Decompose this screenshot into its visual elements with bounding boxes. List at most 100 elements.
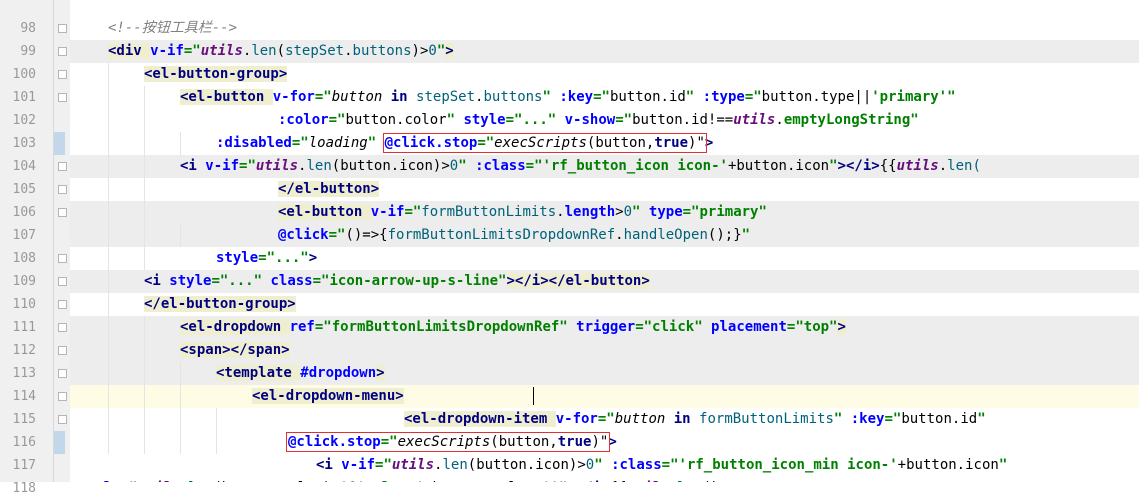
code-line[interactable]: </el-button>: [70, 178, 1139, 201]
fold-toggle-icon[interactable]: [58, 162, 67, 171]
change-marker: [53, 132, 65, 155]
code-token: (button,: [586, 135, 655, 151]
line-number: 105: [12, 182, 36, 197]
code-token: execScripts: [397, 434, 491, 450]
fold-toggle-icon[interactable]: [58, 392, 67, 401]
line-number: 112: [12, 343, 36, 358]
fold-toggle-icon[interactable]: [58, 24, 67, 33]
code-token: ": [685, 89, 703, 105]
code-token: ="...": [258, 250, 309, 266]
code-token: len: [442, 457, 468, 473]
code-token: ="icon-arrow-up-s-line": [312, 273, 507, 289]
code-token: ": [998, 457, 1008, 473]
indent-guide: [108, 316, 109, 339]
code-text: :style="utils.len(button.color)>0?'color…: [70, 477, 778, 482]
code-token: ="formButtonLimitsDropdownRef": [314, 319, 577, 335]
indent-guide: [108, 408, 109, 431]
indent-guide: [108, 109, 109, 132]
line-number: 111: [12, 320, 36, 335]
code-line[interactable]: <span></span>: [70, 339, 1139, 362]
fold-toggle-icon[interactable]: [58, 70, 67, 79]
code-line[interactable]: <i v-if="utils.len(button.icon)>0" :clas…: [70, 155, 1139, 178]
code-line[interactable]: @click.stop="execScripts(button,true)">: [70, 431, 1139, 454]
line-number: 98: [20, 21, 36, 36]
indent-guide: [144, 224, 145, 247]
fold-toggle-icon[interactable]: [58, 47, 67, 56]
code-line[interactable]: <el-dropdown-menu>: [70, 385, 1139, 408]
code-text: </el-button-group>: [144, 293, 296, 316]
fold-toggle-icon[interactable]: [58, 93, 67, 102]
code-line[interactable]: <el-dropdown ref="formButtonLimitsDropdo…: [70, 316, 1139, 339]
code-token: >: [837, 319, 846, 335]
code-token: @click.stop: [288, 434, 381, 450]
code-line[interactable]: :color="button.color" style="..." v-show…: [70, 109, 1139, 132]
indent-guide: [144, 201, 145, 224]
code-text: :disabled="loading" @click.stop="execScr…: [216, 132, 713, 155]
code-line[interactable]: <el-dropdown-item v-for="button in formB…: [70, 408, 1139, 431]
code-token: ></i>: [837, 158, 880, 174]
fold-toggle-icon[interactable]: [58, 323, 67, 332]
code-line[interactable]: <i v-if="utils.len(button.icon)>0" :clas…: [70, 454, 1139, 477]
code-token: ": [910, 112, 919, 128]
code-token: :class: [475, 158, 526, 174]
code-token: ="click": [635, 319, 712, 335]
code-token: v-if: [150, 43, 184, 59]
fold-toggle-icon[interactable]: [58, 254, 67, 263]
code-token: >: [608, 434, 617, 450]
indent-guide: [144, 408, 145, 431]
code-token: =": [183, 43, 201, 59]
code-token: @click: [278, 227, 329, 243]
code-token: .: [344, 43, 353, 59]
code-token: ": [632, 204, 649, 220]
code-token: 0: [623, 204, 633, 220]
code-token: ="'rf_button_icon icon-': [525, 158, 728, 174]
fold-toggle-icon[interactable]: [58, 277, 67, 286]
code-token: utils: [200, 43, 243, 59]
code-token: formButtonLimitsDropdownRef: [387, 227, 616, 243]
code-token: <el-button: [180, 89, 273, 105]
code-text: <el-button v-for="button in stepSet.butt…: [180, 86, 956, 109]
fold-toggle-icon[interactable]: [58, 415, 67, 424]
indent-guide: [108, 339, 109, 362]
line-number: 107: [12, 228, 36, 243]
code-line[interactable]: style="...">: [70, 247, 1139, 270]
code-token: <template: [216, 365, 301, 381]
code-token: true: [557, 434, 592, 450]
code-text: <span></span>: [180, 339, 290, 362]
code-token: </el-button>: [278, 181, 380, 197]
indent-guide: [216, 431, 217, 454]
code-token: v-if: [370, 204, 405, 220]
line-number: 103: [12, 136, 36, 151]
code-token: <el-dropdown-menu>: [252, 388, 404, 404]
code-line[interactable]: <el-button v-if="formButtonLimits.length…: [70, 201, 1139, 224]
fold-toggle-icon[interactable]: [58, 208, 67, 217]
code-line[interactable]: :style="utils.len(button.color)>0?'color…: [70, 477, 1139, 482]
code-token: .: [615, 227, 624, 243]
code-token: >: [704, 135, 714, 151]
code-line[interactable]: </el-button-group>: [70, 293, 1139, 316]
code-token: button.color: [345, 112, 447, 128]
code-line[interactable]: <el-button v-for="button in stepSet.butt…: [70, 86, 1139, 109]
code-text: <el-dropdown ref="formButtonLimitsDropdo…: [180, 316, 846, 339]
code-line[interactable]: @click="()=>{formButtonLimitsDropdownRef…: [70, 224, 1139, 247]
fold-toggle-icon[interactable]: [58, 300, 67, 309]
code-text: @click="()=>{formButtonLimitsDropdownRef…: [278, 224, 750, 247]
code-line[interactable]: :disabled="loading" @click.stop="execScr…: [70, 132, 1139, 155]
code-line[interactable]: <!--按钮工具栏-->: [70, 17, 1139, 40]
code-editor[interactable]: <!--按钮工具栏--> <div v-if="utils.len(stepSet…: [70, 0, 1139, 482]
code-token: <i: [144, 273, 170, 289]
fold-toggle-icon[interactable]: [58, 369, 67, 378]
code-token: buttons: [352, 43, 412, 59]
code-token: utils: [255, 158, 299, 174]
code-token: :class: [611, 457, 662, 473]
change-marker: [53, 431, 65, 454]
code-line[interactable]: <template #dropdown>: [70, 362, 1139, 385]
code-line[interactable]: <i style="..." class="icon-arrow-up-s-li…: [70, 270, 1139, 293]
fold-toggle-icon[interactable]: [58, 185, 67, 194]
code-token: :color: [278, 112, 329, 128]
code-token: 0: [585, 457, 595, 473]
code-line[interactable]: <el-button-group>: [70, 63, 1139, 86]
code-token: (button.icon)>: [331, 158, 450, 174]
fold-toggle-icon[interactable]: [58, 346, 67, 355]
code-line[interactable]: <div v-if="utils.len(stepSet.buttons)>0"…: [70, 40, 1139, 63]
